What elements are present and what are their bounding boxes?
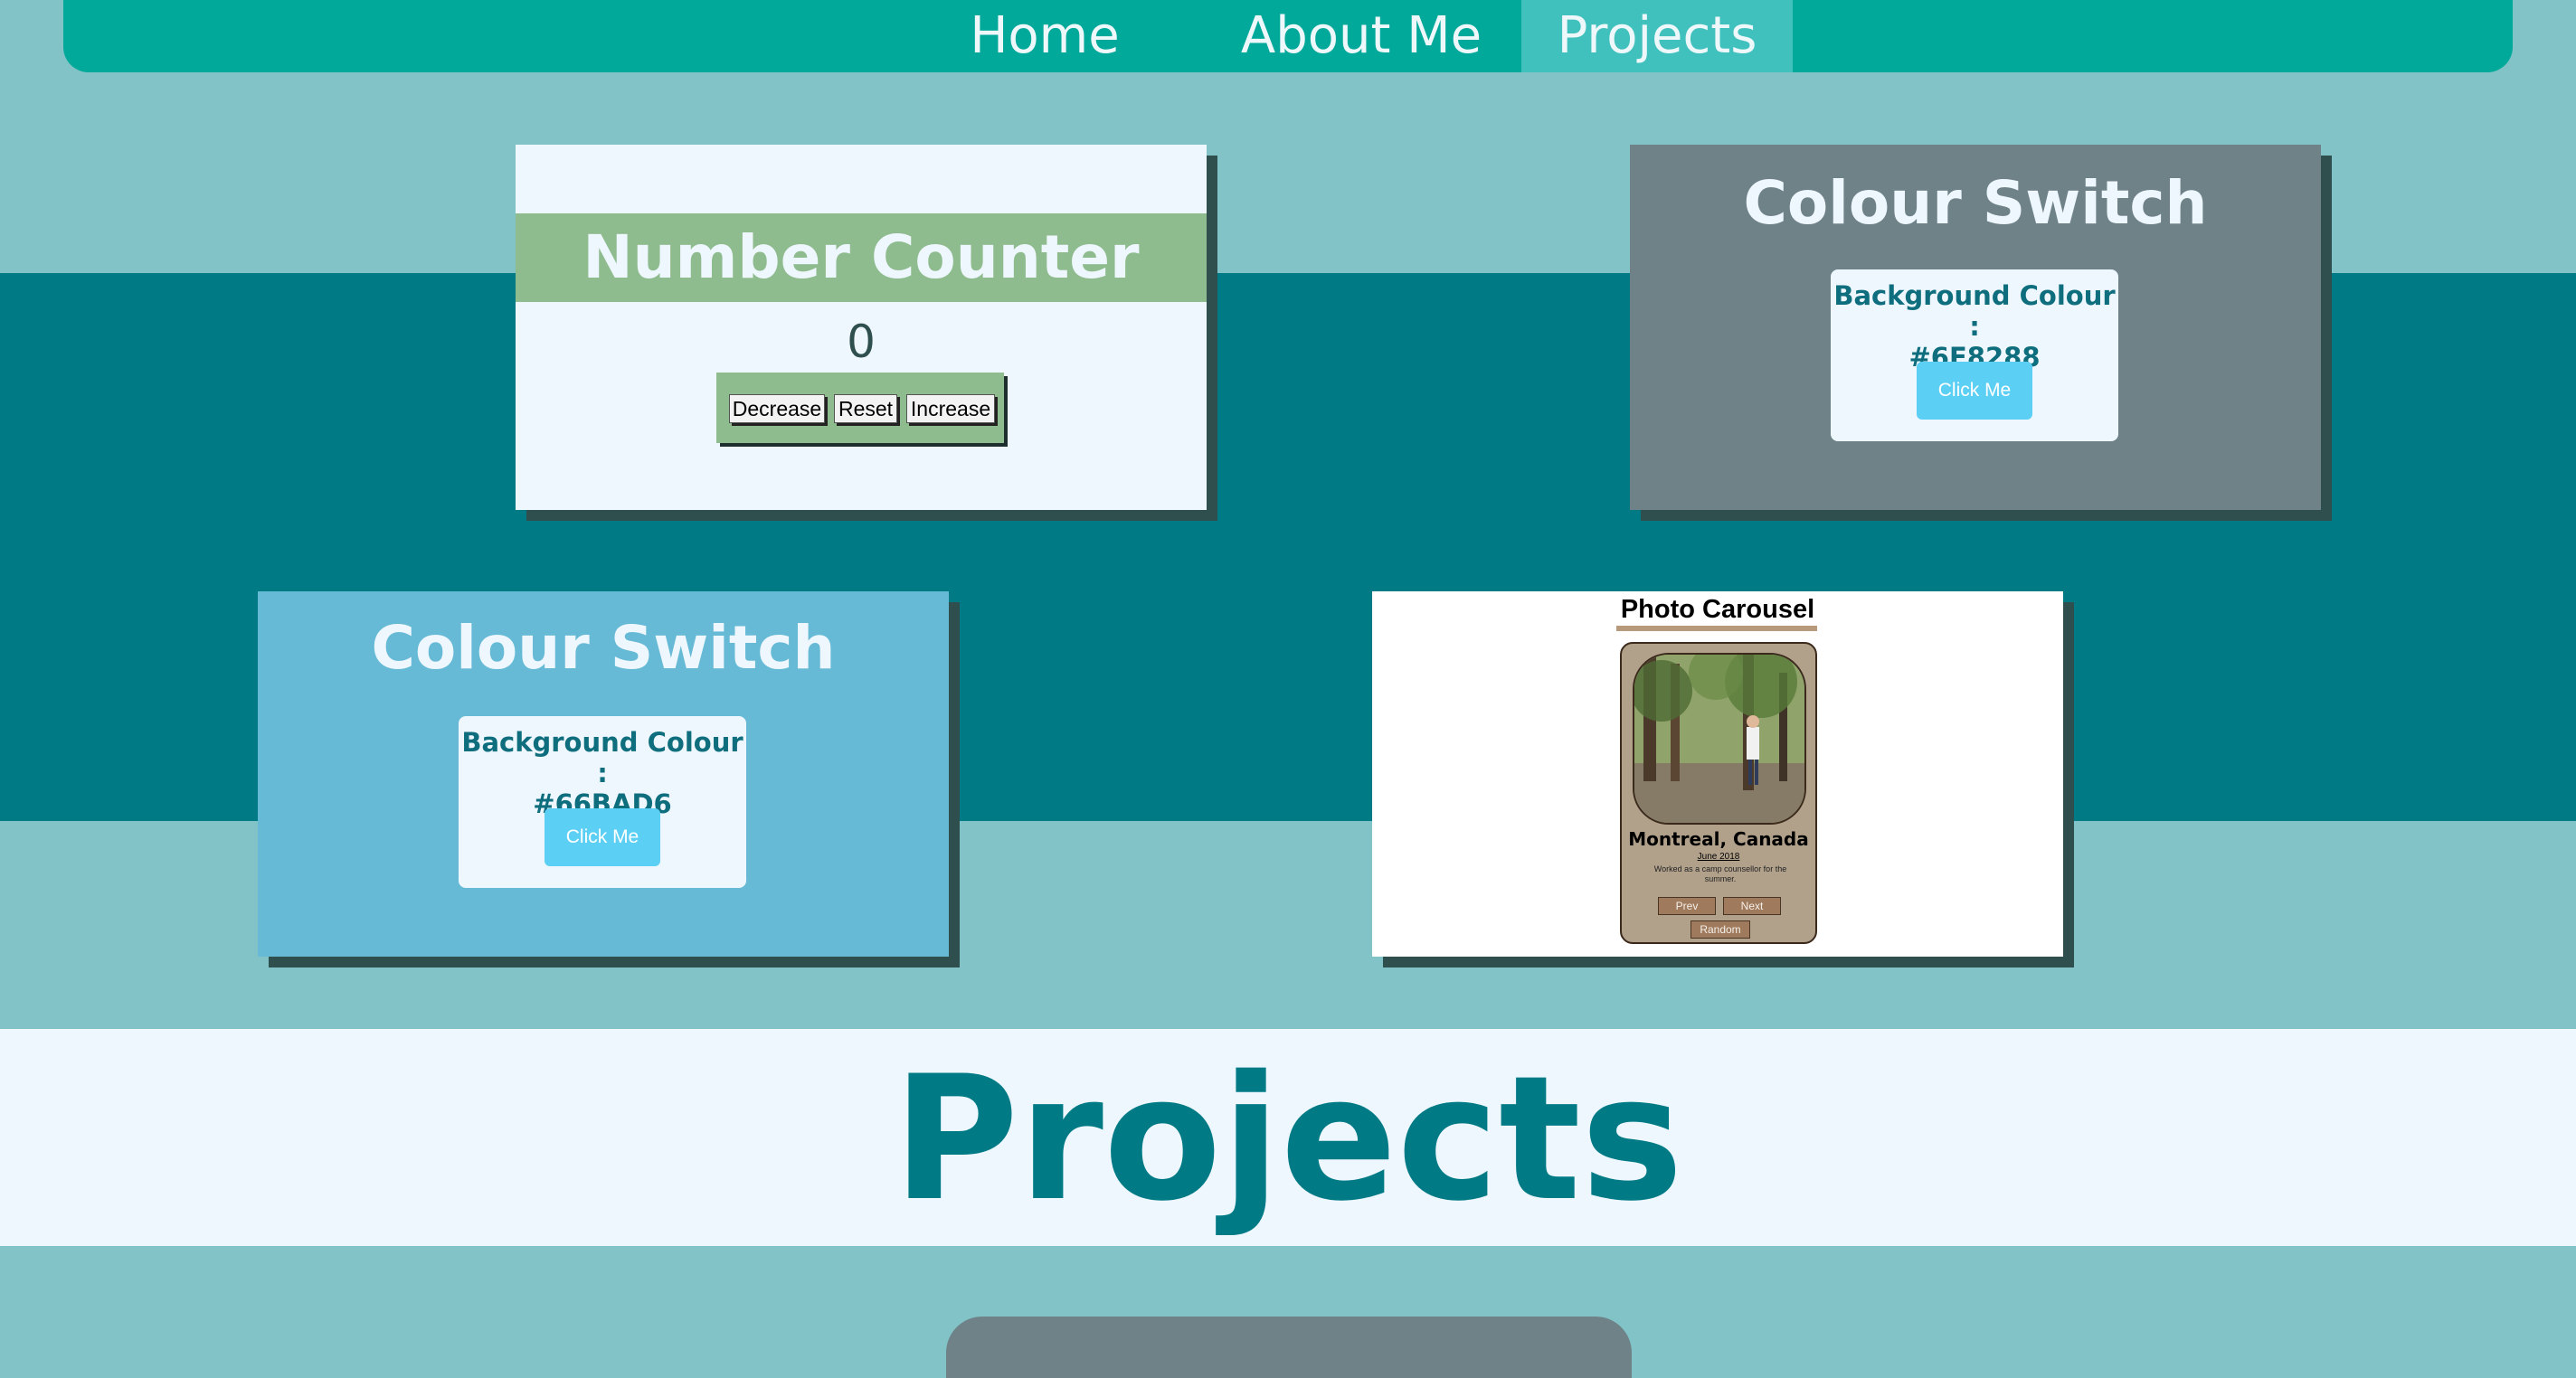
- random-button[interactable]: Random: [1690, 920, 1750, 939]
- projects-heading: Projects: [892, 1039, 1684, 1239]
- counter-title: Number Counter: [516, 213, 1207, 302]
- prev-button[interactable]: Prev: [1658, 897, 1716, 915]
- colour-switch-panel: Background Colour : #66BAD6 Click Me: [459, 716, 746, 888]
- reset-button[interactable]: Reset: [834, 394, 897, 423]
- top-nav: Home About Me Projects: [63, 0, 2513, 72]
- nav-home-link[interactable]: Home: [886, 0, 1203, 72]
- carousel-description: Worked as a camp counsellor for the summ…: [1653, 864, 1787, 883]
- background-colour-caption: Background Colour :: [461, 727, 743, 788]
- carousel-date: June 2018: [1697, 852, 1740, 862]
- colour-switch-card-2: Colour Switch Background Colour : #66BAD…: [258, 591, 949, 957]
- counter-value: 0: [847, 316, 876, 368]
- carousel-title-underline: [1616, 626, 1817, 631]
- forest-photo-icon: [1634, 655, 1804, 823]
- click-me-button[interactable]: Click Me: [545, 808, 660, 866]
- increase-button[interactable]: Increase: [906, 394, 995, 423]
- counter-controls: Decrease Reset Increase: [716, 373, 1004, 443]
- nav-projects-link[interactable]: Projects: [1521, 0, 1793, 72]
- colour-switch-card-1: Colour Switch Background Colour : #6F828…: [1630, 145, 2321, 510]
- colour-switch-title: Colour Switch: [371, 613, 836, 683]
- carousel-location: Montreal, Canada: [1628, 828, 1809, 850]
- number-counter-card: Number Counter 0 Decrease Reset Increase: [516, 145, 1207, 510]
- colour-switch-title: Colour Switch: [1743, 168, 2208, 238]
- carousel-photo: [1633, 653, 1806, 825]
- colour-switch-panel: Background Colour : #6F8288 Click Me: [1831, 269, 2118, 441]
- next-section-card: [946, 1317, 1632, 1378]
- carousel-title: Photo Carousel: [1620, 595, 1815, 624]
- click-me-button[interactable]: Click Me: [1917, 362, 2032, 420]
- nav-about-link[interactable]: About Me: [1203, 0, 1520, 72]
- decrease-button[interactable]: Decrease: [729, 394, 825, 423]
- background-colour-label: Background Colour : #66BAD6: [459, 727, 746, 819]
- background-colour-caption: Background Colour :: [1833, 280, 2116, 342]
- photo-carousel-card: Photo Carousel Montreal, Canada June 201…: [1372, 591, 2063, 957]
- next-button[interactable]: Next: [1723, 897, 1781, 915]
- background-colour-label: Background Colour : #6F8288: [1831, 280, 2118, 373]
- carousel-frame: Montreal, Canada June 2018 Worked as a c…: [1620, 642, 1817, 944]
